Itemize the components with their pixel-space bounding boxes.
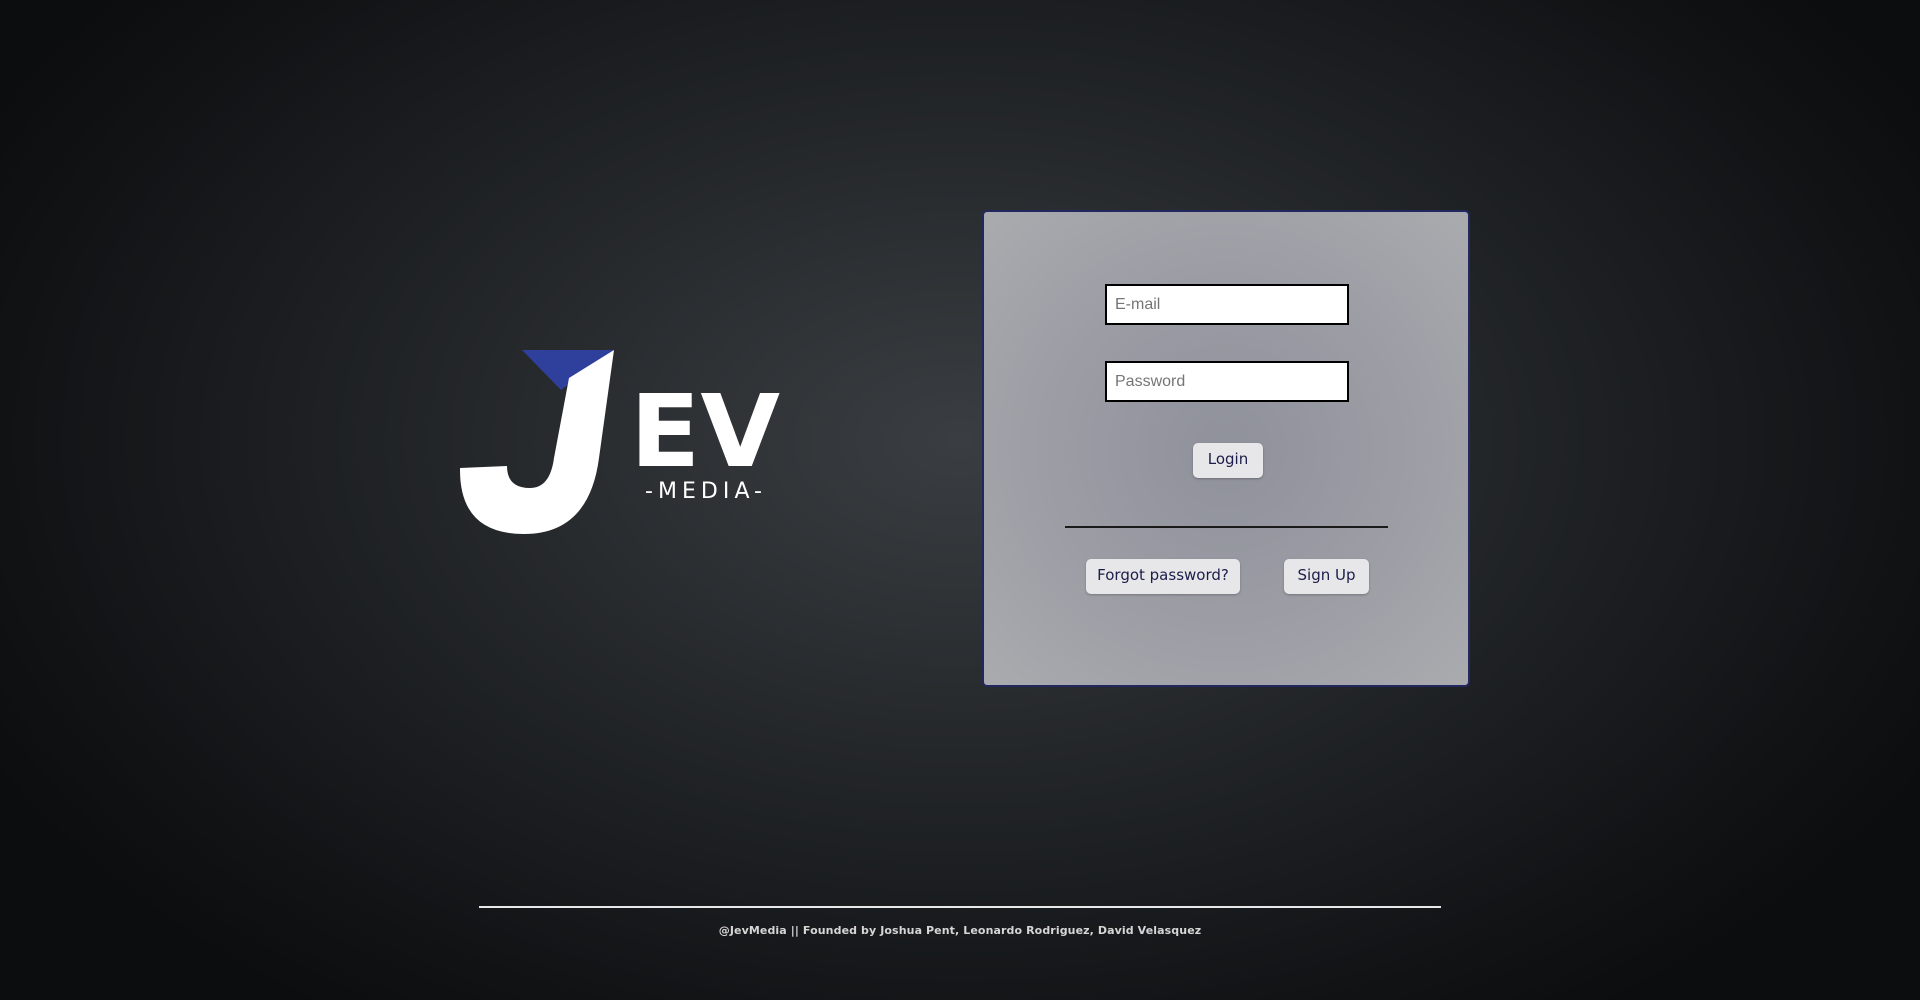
login-card: Login Forgot password? Sign Up <box>982 210 1470 687</box>
jev-media-logo: EV -MEDIA- <box>458 348 788 538</box>
logo-wordmark: EV <box>630 373 780 490</box>
logo-tagline: -MEDIA- <box>645 479 767 504</box>
footer-credits: @JevMedia || Founded by Joshua Pent, Leo… <box>718 924 1202 937</box>
forgot-password-button[interactable]: Forgot password? <box>1086 559 1240 594</box>
sign-up-button[interactable]: Sign Up <box>1284 559 1369 594</box>
footer-divider <box>479 906 1441 908</box>
email-input[interactable] <box>1105 284 1349 325</box>
login-button[interactable]: Login <box>1193 443 1263 478</box>
password-input[interactable] <box>1105 361 1349 402</box>
logo-letter-j <box>460 350 614 534</box>
card-divider <box>1065 526 1388 528</box>
